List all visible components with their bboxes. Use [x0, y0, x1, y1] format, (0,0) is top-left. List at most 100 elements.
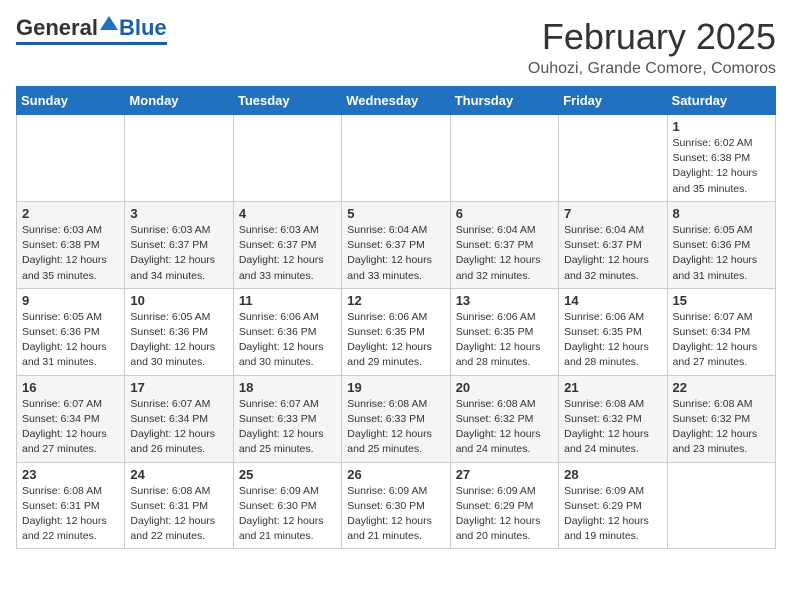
day-number: 23 [22, 467, 119, 482]
calendar-day-header: Friday [559, 87, 667, 115]
day-info: Sunrise: 6:03 AM Sunset: 6:37 PM Dayligh… [130, 223, 227, 284]
day-info: Sunrise: 6:03 AM Sunset: 6:37 PM Dayligh… [239, 223, 336, 284]
calendar-day-cell: 23 Sunrise: 6:08 AM Sunset: 6:31 PM Dayli… [17, 462, 125, 549]
day-info: Sunrise: 6:08 AM Sunset: 6:32 PM Dayligh… [673, 397, 770, 458]
location-title: Ouhozi, Grande Comore, Comoros [528, 60, 776, 78]
day-info: Sunrise: 6:09 AM Sunset: 6:29 PM Dayligh… [456, 484, 553, 545]
day-number: 19 [347, 380, 444, 395]
calendar-week-row: 2 Sunrise: 6:03 AM Sunset: 6:38 PM Daylig… [17, 201, 776, 288]
logo-blue: Blue [119, 17, 167, 39]
day-info: Sunrise: 6:07 AM Sunset: 6:34 PM Dayligh… [22, 397, 119, 458]
day-info: Sunrise: 6:04 AM Sunset: 6:37 PM Dayligh… [347, 223, 444, 284]
day-number: 9 [22, 293, 119, 308]
title-block: February 2025 Ouhozi, Grande Comore, Com… [528, 16, 776, 78]
day-number: 25 [239, 467, 336, 482]
day-number: 15 [673, 293, 770, 308]
calendar-day-header: Tuesday [233, 87, 341, 115]
calendar-day-header: Wednesday [342, 87, 450, 115]
day-number: 11 [239, 293, 336, 308]
logo-triangle-icon [100, 16, 118, 30]
day-info: Sunrise: 6:06 AM Sunset: 6:35 PM Dayligh… [347, 310, 444, 371]
day-number: 26 [347, 467, 444, 482]
day-info: Sunrise: 6:08 AM Sunset: 6:32 PM Dayligh… [456, 397, 553, 458]
day-number: 20 [456, 380, 553, 395]
calendar-day-cell: 17 Sunrise: 6:07 AM Sunset: 6:34 PM Dayli… [125, 375, 233, 462]
calendar-day-header: Saturday [667, 87, 775, 115]
day-info: Sunrise: 6:05 AM Sunset: 6:36 PM Dayligh… [22, 310, 119, 371]
day-number: 3 [130, 206, 227, 221]
day-info: Sunrise: 6:08 AM Sunset: 6:31 PM Dayligh… [130, 484, 227, 545]
day-number: 27 [456, 467, 553, 482]
day-number: 1 [673, 119, 770, 134]
calendar-day-cell: 27 Sunrise: 6:09 AM Sunset: 6:29 PM Dayli… [450, 462, 558, 549]
calendar-day-cell: 12 Sunrise: 6:06 AM Sunset: 6:35 PM Dayli… [342, 288, 450, 375]
day-info: Sunrise: 6:09 AM Sunset: 6:30 PM Dayligh… [239, 484, 336, 545]
day-info: Sunrise: 6:06 AM Sunset: 6:36 PM Dayligh… [239, 310, 336, 371]
calendar-day-cell: 11 Sunrise: 6:06 AM Sunset: 6:36 PM Dayli… [233, 288, 341, 375]
logo-general: General [16, 17, 98, 39]
day-number: 7 [564, 206, 661, 221]
calendar-day-cell: 26 Sunrise: 6:09 AM Sunset: 6:30 PM Dayli… [342, 462, 450, 549]
calendar-day-cell: 24 Sunrise: 6:08 AM Sunset: 6:31 PM Dayli… [125, 462, 233, 549]
day-info: Sunrise: 6:07 AM Sunset: 6:34 PM Dayligh… [130, 397, 227, 458]
calendar-day-cell [342, 115, 450, 202]
day-info: Sunrise: 6:02 AM Sunset: 6:38 PM Dayligh… [673, 136, 770, 197]
day-number: 12 [347, 293, 444, 308]
calendar-day-cell: 28 Sunrise: 6:09 AM Sunset: 6:29 PM Dayli… [559, 462, 667, 549]
calendar-week-row: 23 Sunrise: 6:08 AM Sunset: 6:31 PM Dayli… [17, 462, 776, 549]
calendar-day-cell: 18Sunrise: 6:07 AM Sunset: 6:33 PM Dayli… [233, 375, 341, 462]
calendar-week-row: 1 Sunrise: 6:02 AM Sunset: 6:38 PM Daylig… [17, 115, 776, 202]
logo-text: General Blue [16, 16, 167, 40]
day-number: 18 [239, 380, 336, 395]
calendar-day-cell: 8 Sunrise: 6:05 AM Sunset: 6:36 PM Daylig… [667, 201, 775, 288]
day-info: Sunrise: 6:06 AM Sunset: 6:35 PM Dayligh… [456, 310, 553, 371]
calendar-day-header: Thursday [450, 87, 558, 115]
calendar-day-header: Sunday [17, 87, 125, 115]
calendar-day-cell: 1 Sunrise: 6:02 AM Sunset: 6:38 PM Daylig… [667, 115, 775, 202]
day-info: Sunrise: 6:05 AM Sunset: 6:36 PM Dayligh… [673, 223, 770, 284]
calendar-day-cell: 21 Sunrise: 6:08 AM Sunset: 6:32 PM Dayli… [559, 375, 667, 462]
calendar-day-cell: 20 Sunrise: 6:08 AM Sunset: 6:32 PM Dayli… [450, 375, 558, 462]
calendar-header-row: SundayMondayTuesdayWednesdayThursdayFrid… [17, 87, 776, 115]
day-info: Sunrise: 6:08 AM Sunset: 6:31 PM Dayligh… [22, 484, 119, 545]
day-number: 10 [130, 293, 227, 308]
day-number: 6 [456, 206, 553, 221]
calendar-day-cell: 15Sunrise: 6:07 AM Sunset: 6:34 PM Dayli… [667, 288, 775, 375]
calendar-day-cell [233, 115, 341, 202]
calendar-table: SundayMondayTuesdayWednesdayThursdayFrid… [16, 86, 776, 549]
day-number: 17 [130, 380, 227, 395]
calendar-day-cell: 5 Sunrise: 6:04 AM Sunset: 6:37 PM Daylig… [342, 201, 450, 288]
calendar-day-cell: 9 Sunrise: 6:05 AM Sunset: 6:36 PM Daylig… [17, 288, 125, 375]
logo: General Blue [16, 16, 167, 45]
calendar-day-cell: 7 Sunrise: 6:04 AM Sunset: 6:37 PM Daylig… [559, 201, 667, 288]
day-info: Sunrise: 6:04 AM Sunset: 6:37 PM Dayligh… [564, 223, 661, 284]
day-number: 5 [347, 206, 444, 221]
day-number: 13 [456, 293, 553, 308]
day-number: 16 [22, 380, 119, 395]
day-number: 24 [130, 467, 227, 482]
day-info: Sunrise: 6:08 AM Sunset: 6:32 PM Dayligh… [564, 397, 661, 458]
day-number: 2 [22, 206, 119, 221]
day-info: Sunrise: 6:04 AM Sunset: 6:37 PM Dayligh… [456, 223, 553, 284]
calendar-day-cell: 13 Sunrise: 6:06 AM Sunset: 6:35 PM Dayli… [450, 288, 558, 375]
day-number: 4 [239, 206, 336, 221]
calendar-day-cell: 25 Sunrise: 6:09 AM Sunset: 6:30 PM Dayli… [233, 462, 341, 549]
calendar-day-cell: 19Sunrise: 6:08 AM Sunset: 6:33 PM Dayli… [342, 375, 450, 462]
calendar-week-row: 9 Sunrise: 6:05 AM Sunset: 6:36 PM Daylig… [17, 288, 776, 375]
day-number: 21 [564, 380, 661, 395]
day-number: 28 [564, 467, 661, 482]
calendar-day-cell: 16 Sunrise: 6:07 AM Sunset: 6:34 PM Dayli… [17, 375, 125, 462]
page-header: General Blue February 2025 Ouhozi, Grand… [16, 16, 776, 78]
calendar-day-cell: 2 Sunrise: 6:03 AM Sunset: 6:38 PM Daylig… [17, 201, 125, 288]
day-info: Sunrise: 6:09 AM Sunset: 6:30 PM Dayligh… [347, 484, 444, 545]
calendar-day-cell: 22Sunrise: 6:08 AM Sunset: 6:32 PM Dayli… [667, 375, 775, 462]
logo-underline [16, 42, 167, 45]
calendar-day-cell: 4 Sunrise: 6:03 AM Sunset: 6:37 PM Daylig… [233, 201, 341, 288]
calendar-day-cell: 6 Sunrise: 6:04 AM Sunset: 6:37 PM Daylig… [450, 201, 558, 288]
month-title: February 2025 [528, 16, 776, 58]
day-info: Sunrise: 6:03 AM Sunset: 6:38 PM Dayligh… [22, 223, 119, 284]
calendar-day-header: Monday [125, 87, 233, 115]
calendar-day-cell: 14Sunrise: 6:06 AM Sunset: 6:35 PM Dayli… [559, 288, 667, 375]
day-number: 8 [673, 206, 770, 221]
day-info: Sunrise: 6:09 AM Sunset: 6:29 PM Dayligh… [564, 484, 661, 545]
